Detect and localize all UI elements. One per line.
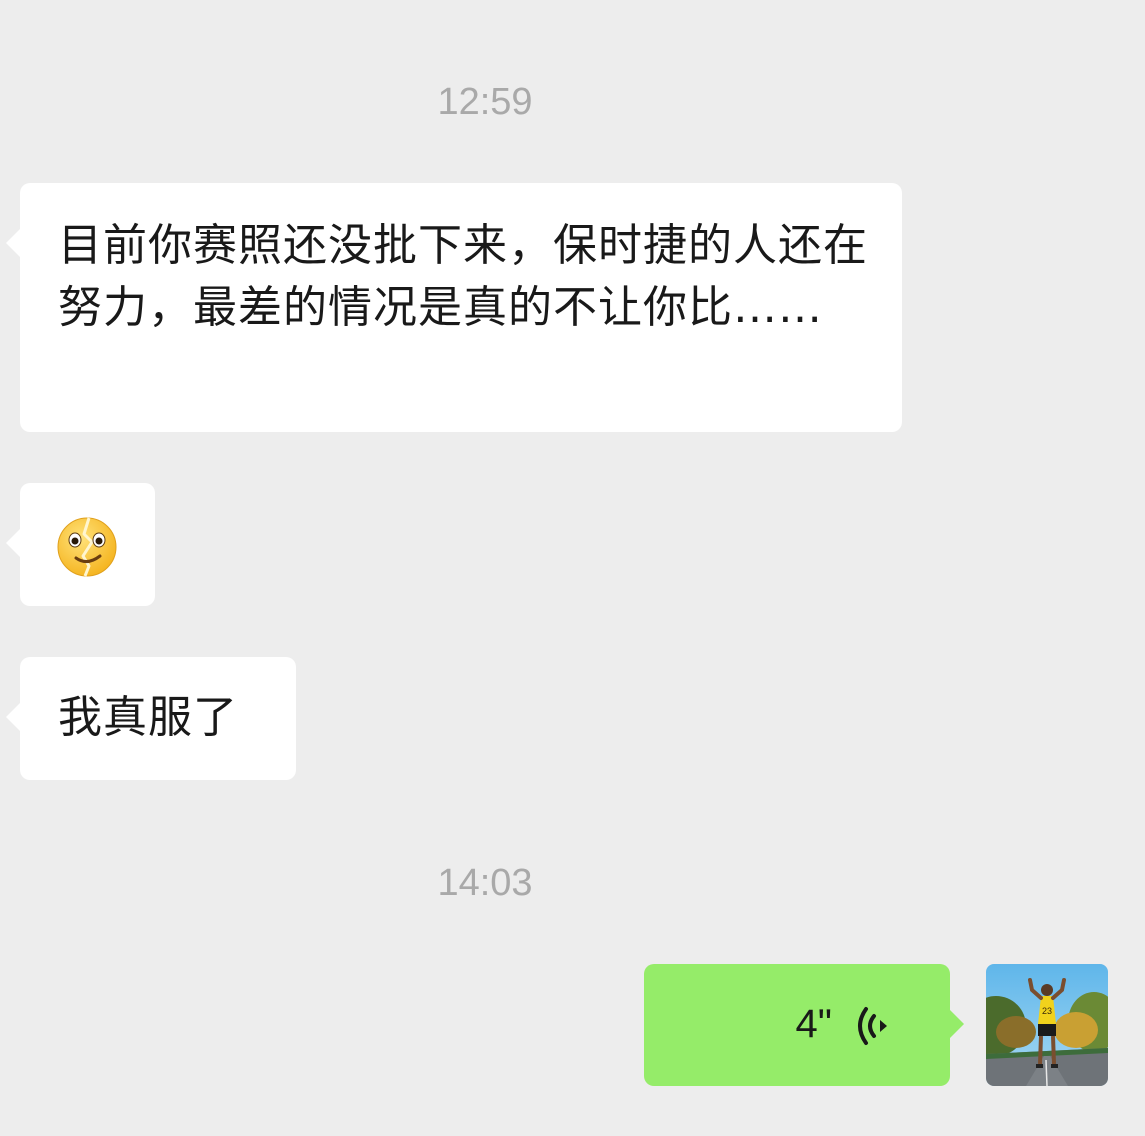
timestamp-1259: 12:59 <box>437 81 533 123</box>
broken-heart-smile-emoji-icon <box>57 517 117 577</box>
message-bubble-emoji[interactable] <box>6 483 155 606</box>
message-bubble-3[interactable]: 我真服了 <box>6 657 296 780</box>
avatar-photo-icon: 23 <box>986 964 1108 1086</box>
message-bubble-1[interactable]: 目前你赛照还没批下来，保时捷的人还在努力，最差的情况是真的不让你比…… <box>6 183 902 432</box>
user-avatar[interactable]: 23 <box>986 964 1108 1086</box>
svg-text:23: 23 <box>1042 1006 1052 1016</box>
voice-duration: 4" <box>795 1002 832 1046</box>
voice-message-bubble[interactable]: 4" <box>644 964 964 1086</box>
timestamp-1403: 14:03 <box>437 862 533 904</box>
message-text-3: 我真服了 <box>58 692 238 743</box>
voice-wave-icon <box>858 1007 887 1045</box>
message-text-1: 目前你赛照还没批下来，保时捷的人还在努力，最差的情况是真的不让你比…… <box>58 220 868 333</box>
